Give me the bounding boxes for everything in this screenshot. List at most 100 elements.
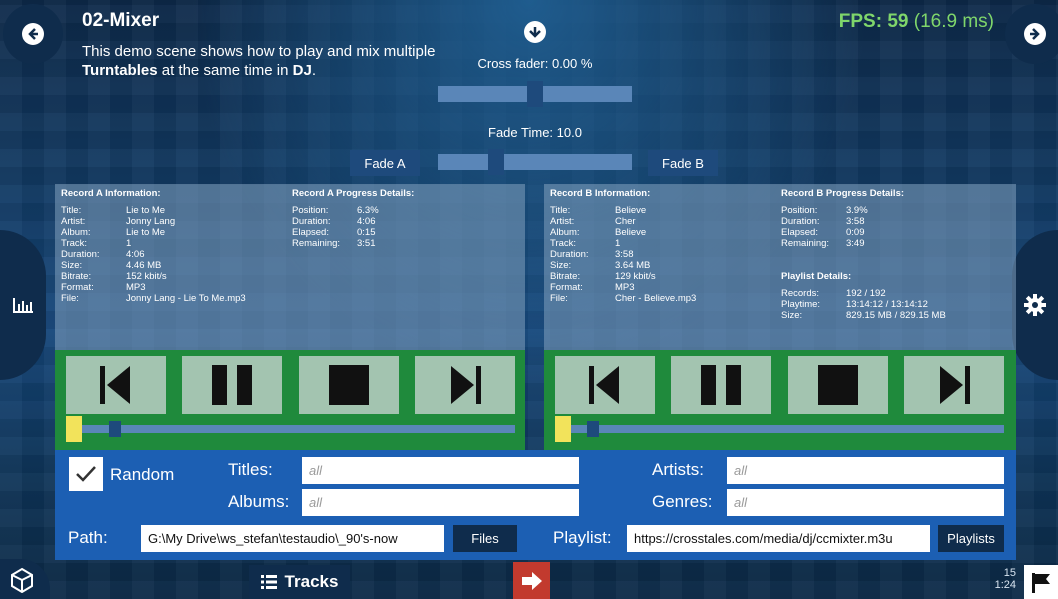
random-checkbox[interactable] (69, 457, 103, 491)
record-a-previous-button[interactable] (66, 356, 166, 414)
stop-icon (329, 365, 369, 405)
record-b-progress: Record B Progress Details: Position: 3.9%… (781, 188, 1011, 321)
crossfader-handle[interactable] (527, 81, 543, 107)
record-a-progress-slider[interactable] (82, 425, 515, 433)
fade-time-handle[interactable] (487, 149, 504, 175)
list-icon (260, 575, 277, 589)
forward-button[interactable] (1005, 4, 1058, 64)
info-value: 3.9% (846, 205, 868, 216)
skip-forward-icon (451, 366, 481, 404)
artists-input[interactable] (727, 457, 1004, 484)
record-b-previous-button[interactable] (555, 356, 655, 414)
download-button[interactable] (524, 21, 546, 43)
info-value: 3:58 (615, 249, 634, 260)
artists-label: Artists: (652, 460, 704, 479)
unity-button[interactable] (0, 559, 50, 599)
fade-b-button[interactable]: Fade B (648, 150, 718, 176)
info-key: Elapsed: (781, 227, 818, 238)
record-b-pause-button[interactable] (671, 356, 771, 414)
record-a-next-button[interactable] (415, 356, 515, 414)
info-value: Believe (615, 227, 647, 238)
genres-input[interactable] (727, 489, 1004, 516)
info-key: Duration: (292, 216, 331, 227)
info-row: Remaining: 3:49 (781, 238, 1011, 249)
info-key: Position: (292, 205, 329, 216)
info-key: Position: (781, 205, 818, 216)
info-row: Elapsed: 0:09 (781, 227, 1011, 238)
info-value: 4.46 MB (126, 260, 162, 271)
checkmark-icon (76, 466, 96, 482)
stats-tab[interactable] (0, 230, 46, 380)
fade-time-slider[interactable] (438, 154, 632, 170)
info-key: Duration: (550, 249, 589, 260)
info-value: 0:09 (846, 227, 865, 238)
info-key: Size: (550, 260, 572, 271)
path-label: Path: (68, 528, 108, 547)
files-button[interactable]: Files (453, 525, 517, 552)
skip-forward-icon (940, 366, 970, 404)
record-b-stop-button[interactable] (788, 356, 888, 414)
info-key: Playtime: (781, 299, 821, 310)
info-row: Duration: 4:06 (61, 249, 281, 260)
record-a-stop-button[interactable] (299, 356, 399, 414)
info-key: Format: (61, 282, 94, 293)
info-row: Album: Lie to Me (61, 227, 281, 238)
gear-icon (1024, 294, 1046, 316)
flag-button[interactable] (1024, 565, 1058, 599)
stop-icon (818, 365, 858, 405)
info-value: 3:49 (846, 238, 865, 249)
playlist-label: Playlist: (553, 528, 612, 547)
info-row: File: Cher - Believe.mp3 (550, 293, 770, 304)
info-row: Bitrate: 129 kbit/s (550, 271, 770, 282)
info-key: File: (61, 293, 79, 304)
info-row: File: Jonny Lang - Lie To Me.mp3 (61, 293, 281, 304)
info-value: Believe (615, 205, 647, 216)
playlist-input[interactable] (627, 525, 930, 552)
titles-input[interactable] (302, 457, 579, 484)
arrow-left-circle-icon (22, 23, 44, 45)
fps-counter: FPS: 59 (16.9 ms) (838, 11, 994, 32)
fade-a-button[interactable]: Fade A (350, 150, 420, 176)
record-b-next-button[interactable] (904, 356, 1004, 414)
info-key: File: (550, 293, 568, 304)
record-a-progress-handle[interactable] (108, 421, 121, 437)
info-row: Format: MP3 (550, 282, 770, 293)
record-b-progress-handle[interactable] (587, 421, 600, 437)
tracks-button[interactable]: Tracks (249, 565, 350, 599)
info-value: Lie to Me (126, 227, 166, 238)
info-key: Album: (61, 227, 91, 238)
info-row: Elapsed: 0:15 (292, 227, 512, 238)
info-key: Track: (550, 238, 577, 249)
back-button[interactable] (3, 4, 63, 64)
info-value: 1 (615, 238, 621, 249)
info-row: Size: 4.46 MB (61, 260, 281, 271)
info-key: Remaining: (292, 238, 341, 249)
info-value: 192 / 192 (846, 288, 886, 299)
info-key: Elapsed: (292, 227, 329, 238)
counter: 15 1:24 (994, 567, 1016, 591)
settings-tab[interactable] (1012, 230, 1058, 380)
info-key: Duration: (781, 216, 820, 227)
albums-input[interactable] (302, 489, 579, 516)
info-key: Remaining: (781, 238, 830, 249)
info-row: Size: 3.64 MB (550, 260, 770, 271)
path-input[interactable] (141, 525, 444, 552)
record-b-progress-slider[interactable] (571, 425, 1004, 433)
exit-button[interactable] (513, 562, 550, 599)
pause-icon (212, 365, 252, 405)
info-value: 0:15 (357, 227, 376, 238)
info-row: Format: MP3 (61, 282, 281, 293)
info-row: Duration: 3:58 (550, 249, 770, 260)
record-a-progress: Record A Progress Details: Position: 6.3%… (292, 188, 512, 249)
info-key: Album: (550, 227, 580, 238)
info-key: Size: (781, 310, 803, 321)
info-value: 3:58 (846, 216, 865, 227)
info-value: 829.15 MB / 829.15 MB (846, 310, 946, 321)
info-key: Duration: (61, 249, 100, 260)
info-value: Lie to Me (126, 205, 166, 216)
playlists-button[interactable]: Playlists (938, 525, 1004, 552)
info-value: Jonny Lang (126, 216, 176, 227)
exit-icon (521, 571, 542, 590)
info-row: Records: 192 / 192 (781, 288, 1011, 299)
record-a-pause-button[interactable] (182, 356, 282, 414)
